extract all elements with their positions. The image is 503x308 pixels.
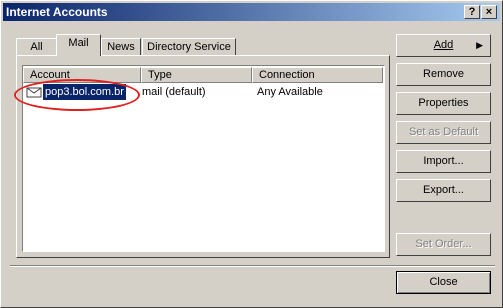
column-header-connection-label: Connection [259,69,315,81]
separator [10,265,495,267]
column-header-type[interactable]: Type [141,67,252,83]
add-button-label: Add [433,39,454,51]
menu-arrow-icon: ▶ [476,40,483,50]
close-icon: × [485,6,493,18]
column-header-type-label: Type [148,69,172,81]
tab-mail-label: Mail [68,37,89,49]
window-title: Internet Accounts [6,5,108,19]
account-type-cell: mail (default) [142,86,206,98]
close-button[interactable]: Close [396,271,491,294]
help-icon: ? [468,6,476,18]
export-button-label: Export... [423,184,464,196]
help-button[interactable]: ? [464,5,480,19]
internet-accounts-dialog: Internet Accounts ? × All Mail News Dire… [0,0,503,308]
import-button[interactable]: Import... [396,150,491,173]
tab-directory-service-label: Directory Service [147,41,231,53]
tab-news-label: News [107,41,135,53]
set-order-label: Set Order... [415,238,472,250]
properties-button-label: Properties [418,97,469,109]
close-window-button[interactable]: × [481,5,497,19]
remove-button[interactable]: Remove [396,63,491,86]
import-button-label: Import... [423,155,464,167]
tab-all-label: All [30,41,43,53]
account-connection-cell: Any Available [257,86,323,98]
tab-mail[interactable]: Mail [56,34,101,56]
title-bar[interactable]: Internet Accounts ? × [3,3,500,21]
set-as-default-button[interactable]: Set as Default [396,121,491,144]
close-button-label: Close [429,276,458,288]
export-button[interactable]: Export... [396,179,491,202]
remove-button-label: Remove [423,68,464,80]
set-as-default-label: Set as Default [408,126,479,138]
properties-button[interactable]: Properties [396,92,491,115]
add-button[interactable]: Add ▶ [396,34,491,57]
column-header-connection[interactable]: Connection [252,67,383,83]
red-highlight-ellipse [14,79,140,111]
set-order-button[interactable]: Set Order... [396,233,491,256]
